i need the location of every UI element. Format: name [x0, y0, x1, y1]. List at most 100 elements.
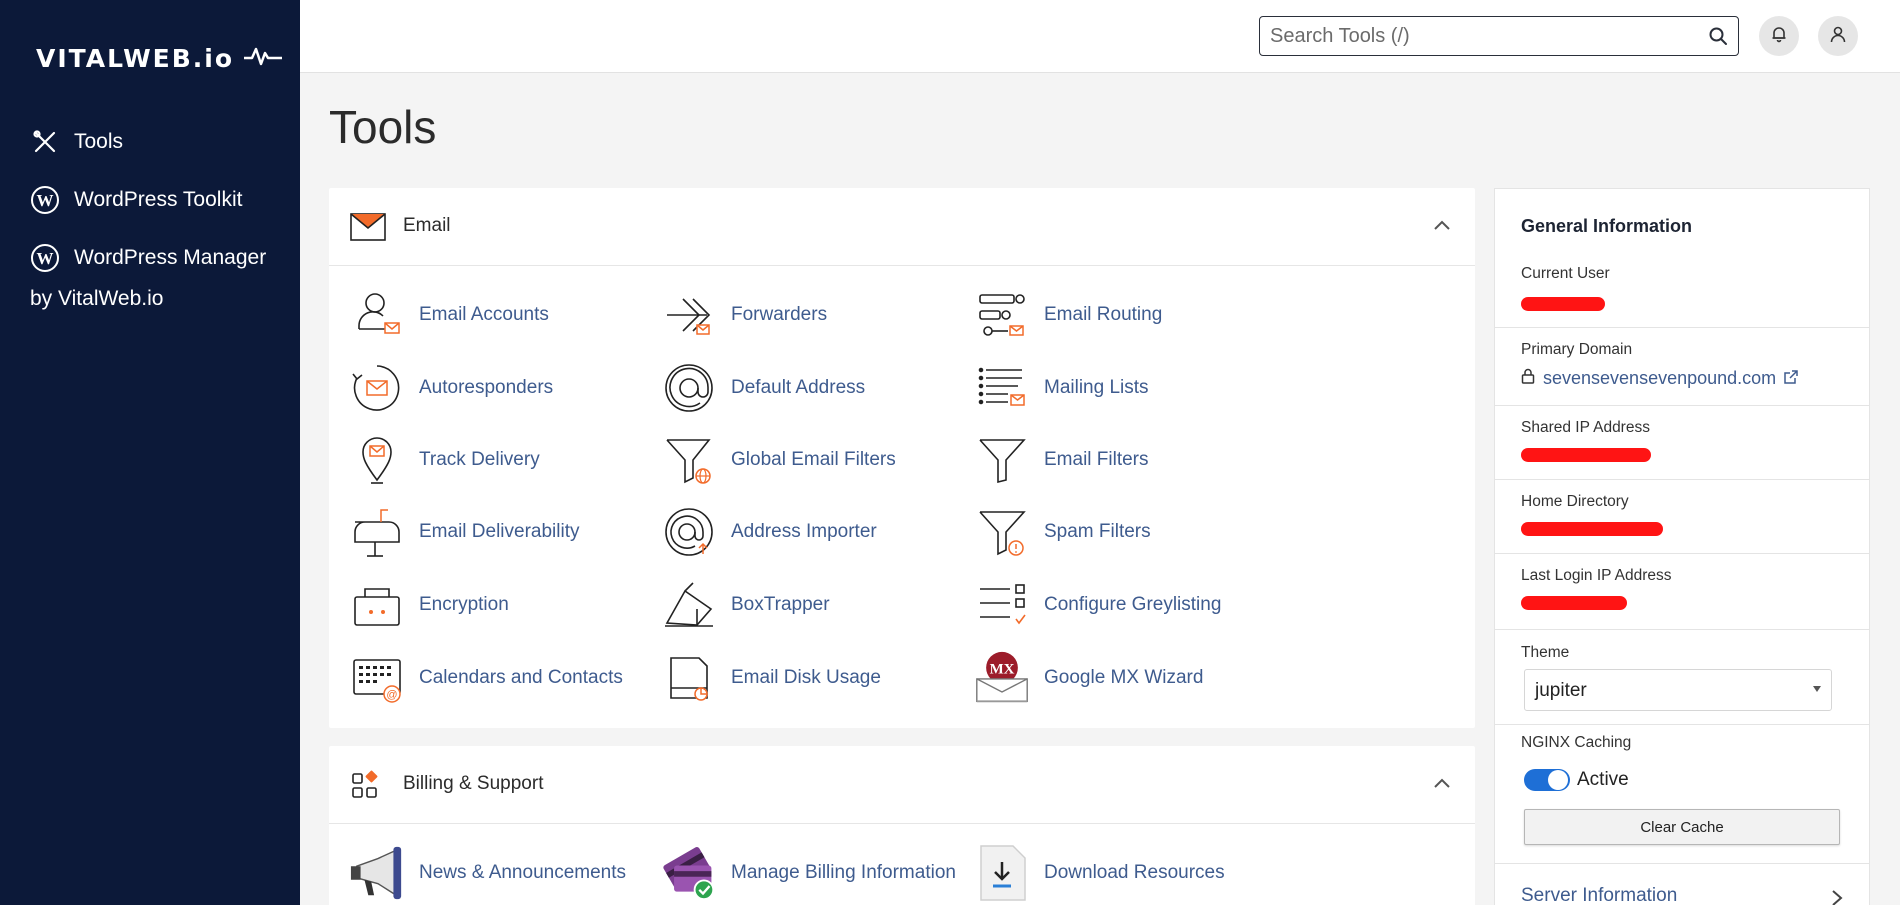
tool-label: Email Accounts — [419, 304, 549, 325]
clear-cache-button[interactable]: Clear Cache — [1524, 809, 1840, 845]
redacted-value — [1521, 297, 1605, 311]
tool-spam-filters[interactable]: Spam Filters — [974, 504, 1151, 560]
tool-label: Global Email Filters — [731, 449, 896, 470]
theme-select-value: jupiter — [1535, 680, 1587, 701]
last-login-ip-label: Last Login IP Address — [1521, 567, 1672, 584]
sidebar-item-label: WordPress Toolkit — [74, 188, 243, 211]
tool-mailing-lists[interactable]: Mailing Lists — [974, 360, 1149, 416]
tool-google-mx-wizard[interactable]: MX Google MX Wizard — [974, 650, 1203, 706]
mailing-lists-icon — [974, 360, 1030, 416]
server-information-link[interactable]: Server Information — [1521, 885, 1677, 905]
email-filters-icon — [974, 432, 1030, 488]
tool-manage-billing[interactable]: Manage Billing Information — [661, 845, 956, 901]
tool-address-importer[interactable]: Address Importer — [661, 504, 877, 560]
wordpress-icon: W — [30, 185, 60, 215]
boxtrapper-icon — [661, 577, 717, 633]
tool-label: Track Delivery — [419, 449, 540, 470]
primary-domain-label: Primary Domain — [1521, 341, 1633, 358]
divider — [1495, 863, 1869, 864]
tool-calendars-contacts[interactable]: @ Calendars and Contacts — [349, 650, 623, 706]
tool-forwarders[interactable]: Forwarders — [661, 287, 827, 343]
global-email-filters-icon — [661, 432, 717, 488]
tool-email-accounts[interactable]: Email Accounts — [349, 287, 549, 343]
sidebar-item-tools[interactable]: Tools — [30, 127, 123, 157]
home-directory-row: Home Directory — [1495, 480, 1869, 554]
caret-down-icon — [1813, 686, 1821, 692]
tool-download-resources[interactable]: Download Resources — [974, 845, 1225, 901]
sidebar-item-wordpress-manager[interactable]: W WordPress Manager — [30, 243, 266, 273]
bell-icon — [1770, 25, 1788, 48]
theme-select[interactable]: jupiter — [1524, 669, 1832, 711]
primary-domain-row: Primary Domain sevensevensevenpound.com — [1495, 328, 1869, 406]
email-panel-header[interactable]: Email — [329, 188, 1475, 266]
tool-configure-greylisting[interactable]: Configure Greylisting — [974, 577, 1221, 633]
tool-email-routing[interactable]: Email Routing — [974, 287, 1162, 343]
tool-label: Mailing Lists — [1044, 377, 1149, 398]
tool-news-announcements[interactable]: News & Announcements — [349, 845, 626, 901]
sidebar-item-label: Tools — [74, 130, 124, 153]
tool-label: Address Importer — [731, 521, 877, 542]
last-login-ip-row: Last Login IP Address — [1495, 554, 1869, 630]
theme-label: Theme — [1521, 644, 1570, 661]
tool-boxtrapper[interactable]: BoxTrapper — [661, 577, 830, 633]
pulse-icon — [244, 45, 283, 72]
chevron-right-icon[interactable] — [1831, 889, 1843, 905]
tool-email-filters[interactable]: Email Filters — [974, 432, 1149, 488]
current-user-row: Current User — [1495, 189, 1869, 328]
nginx-caching-status: Active — [1577, 769, 1629, 790]
top-bar — [300, 0, 1900, 73]
sidebar: VITALWEB.io Tools W WordPress Toolkit W … — [0, 0, 300, 905]
redacted-value — [1521, 522, 1663, 536]
tool-email-deliverability[interactable]: Email Deliverability — [349, 504, 580, 560]
search-icon[interactable] — [1708, 26, 1728, 51]
megaphone-icon — [349, 845, 405, 901]
sidebar-item-label: WordPress Manager — [74, 246, 267, 269]
disk-usage-icon — [661, 650, 717, 706]
search-input[interactable] — [1270, 23, 1690, 49]
panel-title: Email — [403, 215, 451, 236]
lock-icon — [1521, 368, 1535, 389]
user-menu-button[interactable] — [1818, 16, 1858, 56]
track-delivery-icon — [349, 432, 405, 488]
tool-label: BoxTrapper — [731, 594, 830, 615]
logo-text: VITALWEB.io — [36, 44, 235, 73]
greylisting-icon — [974, 577, 1030, 633]
tool-email-disk-usage[interactable]: Email Disk Usage — [661, 650, 881, 706]
tool-label: Email Deliverability — [419, 521, 580, 542]
notifications-button[interactable] — [1759, 16, 1799, 56]
chevron-up-icon[interactable] — [1433, 776, 1451, 794]
sidebar-item-subtitle[interactable]: by VitalWeb.io — [30, 287, 163, 311]
tool-autoresponders[interactable]: Autoresponders — [349, 360, 553, 416]
google-mx-icon: MX — [974, 650, 1030, 706]
external-link-icon — [1784, 368, 1798, 389]
nginx-caching-toggle[interactable] — [1524, 769, 1570, 791]
user-icon — [1829, 25, 1847, 48]
tool-encryption[interactable]: Encryption — [349, 577, 509, 633]
tool-label: Spam Filters — [1044, 521, 1151, 542]
primary-domain-value: sevensevensevenpound.com — [1543, 368, 1777, 388]
tool-global-email-filters[interactable]: Global Email Filters — [661, 432, 896, 488]
brand-logo[interactable]: VITALWEB.io — [36, 44, 283, 73]
chevron-up-icon[interactable] — [1433, 218, 1451, 236]
primary-domain-link[interactable]: sevensevensevenpound.com — [1521, 368, 1798, 389]
mx-badge: MX — [990, 661, 1015, 677]
envelope-icon — [349, 210, 387, 249]
panel-title: Billing & Support — [403, 773, 544, 794]
search-box[interactable] — [1259, 16, 1739, 56]
billing-panel-header[interactable]: Billing & Support — [329, 746, 1475, 824]
sidebar-item-wordpress-toolkit[interactable]: W WordPress Toolkit — [30, 185, 242, 215]
tool-default-address[interactable]: Default Address — [661, 360, 865, 416]
tool-label: Default Address — [731, 377, 866, 398]
wordpress-icon: W — [30, 243, 60, 273]
spam-filters-icon — [974, 504, 1030, 560]
address-importer-icon — [661, 504, 717, 560]
tool-label: Encryption — [419, 594, 509, 615]
grid-icon — [349, 768, 383, 807]
download-icon — [974, 845, 1030, 901]
shared-ip-row: Shared IP Address — [1495, 406, 1869, 480]
tool-label: Email Filters — [1044, 449, 1149, 470]
tool-track-delivery[interactable]: Track Delivery — [349, 432, 540, 488]
home-directory-label: Home Directory — [1521, 493, 1629, 510]
tool-label: Download Resources — [1044, 862, 1225, 883]
tool-label: Calendars and Contacts — [419, 667, 623, 688]
